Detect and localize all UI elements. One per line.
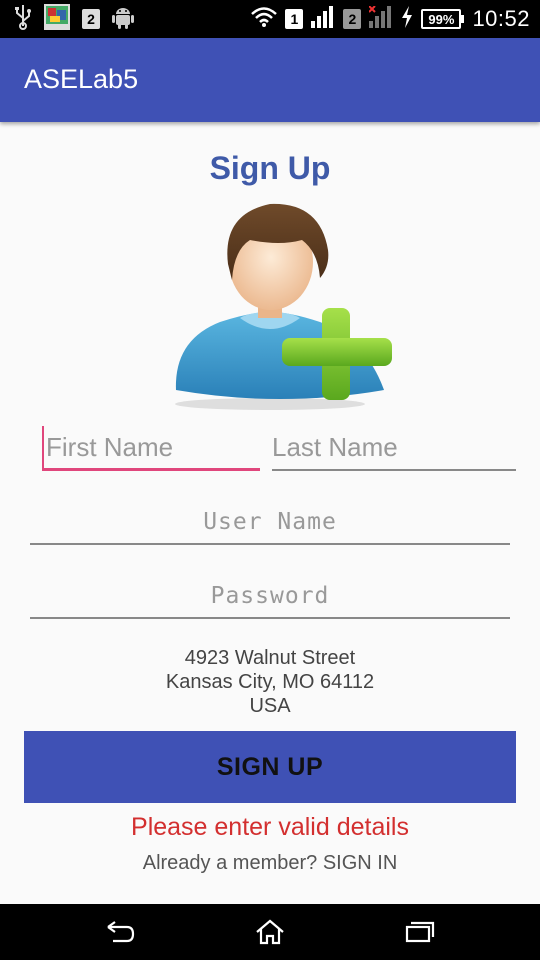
status-bar-system: 1 2 99% 10:52	[251, 0, 530, 38]
address-line-2: Kansas City, MO 64112	[165, 671, 375, 693]
battery-percent: 99%	[421, 9, 462, 29]
wifi-icon	[251, 6, 278, 33]
first-name-field[interactable]	[42, 426, 260, 471]
address-line-3: USA	[249, 695, 291, 717]
navigation-bar	[0, 904, 540, 960]
password-field[interactable]	[30, 574, 510, 619]
app-title: ASELab5	[24, 64, 139, 94]
address-line-1: 4923 Walnut Street	[184, 647, 356, 669]
status-bar-notifications: 2	[14, 3, 134, 35]
password-input[interactable]	[30, 574, 510, 617]
sign-up-button[interactable]: SIGN UP	[24, 731, 516, 803]
signal-no-service-icon	[368, 4, 393, 33]
gallery-thumbnail-icon	[44, 3, 70, 35]
page-title: Sign Up	[209, 150, 331, 186]
signal-strength-icon	[311, 5, 335, 33]
last-name-input[interactable]	[272, 426, 516, 469]
status-bar: 2 1 2 99% 10:52	[0, 0, 540, 38]
battery-icon: 99%	[421, 9, 465, 29]
back-icon[interactable]	[100, 916, 140, 948]
home-icon[interactable]	[250, 916, 290, 948]
charging-icon	[401, 5, 413, 33]
clock: 10:52	[472, 6, 530, 31]
error-message: Please enter valid details	[131, 813, 409, 841]
recent-apps-icon[interactable]	[400, 916, 440, 948]
sign-in-link[interactable]: Already a member? SIGN IN	[0, 852, 540, 875]
user-name-input[interactable]	[30, 500, 510, 543]
android-icon	[112, 5, 134, 34]
sim2-icon: 2	[343, 9, 362, 29]
app-bar: ASELab5	[0, 38, 540, 122]
sim1-icon: 1	[285, 9, 304, 29]
address-block: 4923 Walnut Street Kansas City, MO 64112…	[0, 646, 540, 718]
last-name-field[interactable]	[272, 426, 516, 471]
user-name-field[interactable]	[30, 500, 510, 545]
add-user-icon	[170, 200, 400, 412]
usb-icon	[14, 4, 32, 35]
notification-2-icon: 2	[82, 9, 100, 29]
first-name-input[interactable]	[42, 426, 260, 468]
